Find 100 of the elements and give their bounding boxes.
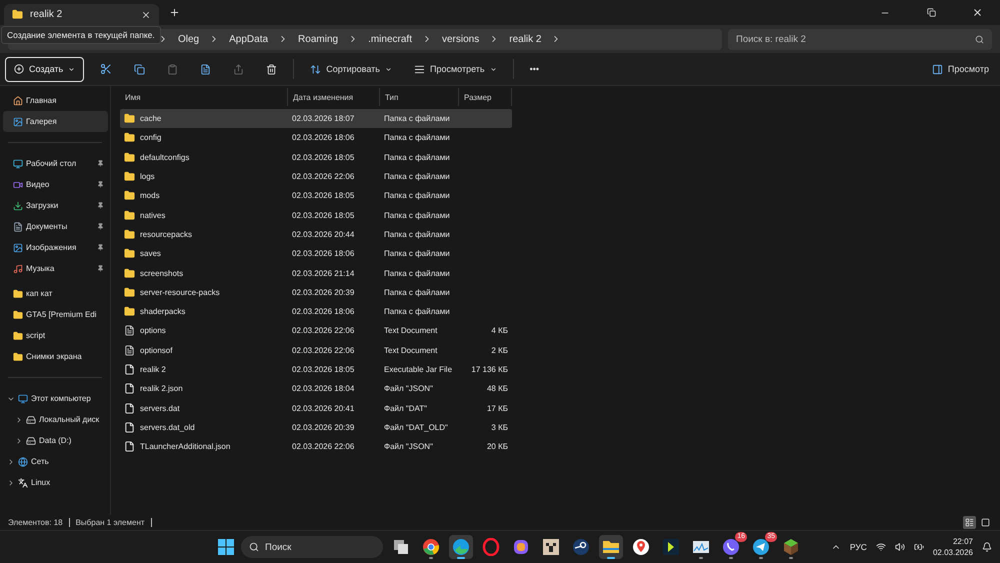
wifi-icon[interactable] — [876, 542, 886, 552]
sidebar-item[interactable]: Загрузки — [3, 195, 108, 216]
date-cell: 02.03.2026 22:06 — [292, 326, 354, 336]
sidebar-item[interactable]: Linux — [31, 478, 50, 487]
type-cell: Файл "JSON" — [384, 442, 433, 452]
battery-icon[interactable] — [914, 542, 924, 552]
breadcrumb[interactable]: realik 2 — [509, 34, 542, 44]
breadcrumb[interactable]: Oleg — [178, 34, 200, 44]
language-indicator[interactable]: РУС — [850, 542, 867, 552]
rename-icon — [200, 64, 212, 74]
column-header[interactable]: Тип — [380, 88, 459, 106]
document-icon — [124, 325, 135, 336]
create-button[interactable]: Создать — [5, 56, 84, 82]
sidebar-item[interactable]: Сеть — [31, 457, 49, 466]
clock-time[interactable]: 22:07 — [952, 536, 973, 547]
file-icon — [124, 364, 135, 375]
sidebar-item[interactable]: Музыка — [3, 258, 108, 279]
date-cell: 02.03.2026 18:04 — [292, 384, 354, 394]
file-name: shaderpacks — [140, 307, 186, 316]
breadcrumb[interactable]: .minecraft — [368, 34, 412, 44]
folder-icon — [13, 288, 23, 298]
sidebar-item[interactable]: Видео — [3, 174, 108, 195]
clock-date[interactable]: 02.03.2026 — [932, 547, 973, 558]
documents-icon — [13, 222, 23, 232]
type-cell: Папка с файлами — [384, 114, 450, 124]
sidebar-item[interactable]: GTA5 [Premium Edi — [3, 304, 108, 325]
view-button[interactable]: Просмотреть — [408, 60, 503, 78]
chevron-right-icon[interactable] — [7, 458, 15, 466]
grass-block-icon — [782, 538, 800, 556]
type-cell: Text Document — [384, 346, 438, 355]
desktop-icon — [13, 158, 23, 168]
details-view-button[interactable] — [963, 516, 976, 529]
search-icon — [249, 542, 259, 552]
start-icon[interactable] — [217, 538, 235, 556]
tab[interactable]: realik 2 — [4, 4, 159, 25]
type-cell: Папка с файлами — [384, 152, 450, 162]
volume-icon[interactable] — [894, 542, 905, 552]
folder-icon — [124, 228, 135, 240]
date-cell: 02.03.2026 20:41 — [292, 404, 354, 413]
search-field[interactable]: Поиск в: realik 2 — [728, 28, 992, 50]
file-name: defaultconfigs — [140, 152, 190, 162]
column-header[interactable]: Дата изменения — [288, 88, 380, 106]
scissors-icon — [100, 63, 112, 75]
folder-icon — [13, 310, 23, 320]
file-name: mods — [140, 191, 160, 200]
column-header[interactable]: Имя — [120, 88, 288, 106]
folder-icon — [124, 268, 135, 279]
type-cell: Папка с файлами — [384, 230, 450, 239]
sidebar-item[interactable]: Рабочий стол — [3, 153, 108, 174]
breadcrumb[interactable]: Roaming — [298, 34, 338, 44]
file-name: optionsof — [140, 346, 172, 355]
chevron-right-icon[interactable] — [15, 436, 23, 444]
caret-icon — [384, 66, 392, 72]
column-header[interactable]: Размер — [459, 88, 512, 106]
folder-icon — [124, 210, 135, 221]
map-pin-icon — [632, 538, 650, 556]
file-icon — [124, 402, 135, 414]
type-cell: Папка с файлами — [384, 249, 450, 258]
folder-icon — [13, 330, 23, 340]
file-icon — [124, 422, 135, 433]
sidebar-item[interactable]: Data (D:) — [39, 436, 72, 445]
taskbar-app[interactable] — [599, 535, 623, 559]
folder-icon — [124, 152, 135, 163]
sidebar-item[interactable]: Галерея — [3, 111, 108, 132]
sidebar-item[interactable]: Локальный диск — [39, 415, 100, 424]
breadcrumb[interactable]: AppData — [229, 34, 268, 44]
sidebar-item[interactable]: Изображения — [3, 237, 108, 258]
square-icon — [981, 518, 990, 527]
tiles-view-button[interactable] — [979, 516, 992, 529]
document-icon — [124, 344, 135, 356]
chart-window-icon — [692, 538, 710, 556]
tooltip: Создание элемента в текущей папке. — [1, 26, 161, 44]
plus-icon[interactable] — [169, 7, 180, 18]
taskbar-search[interactable]: Поиск — [241, 536, 383, 558]
file-name: cache — [140, 114, 162, 124]
chevron-right-icon[interactable] — [7, 478, 15, 486]
type-cell: Executable Jar File — [384, 365, 452, 374]
type-cell: Папка с файлами — [384, 307, 450, 316]
date-cell: 02.03.2026 18:05 — [292, 152, 354, 162]
sidebar-item[interactable]: Главная — [3, 90, 108, 111]
file-row[interactable]: cache 02.03.2026 18:07 Папка с файлами — [120, 109, 512, 128]
restore-icon — [926, 8, 936, 17]
preview-button[interactable]: Просмотр — [926, 60, 995, 78]
sidebar-item[interactable]: Документы — [3, 216, 108, 237]
sort-icon — [310, 64, 322, 74]
sidebar-item[interactable]: кап кат — [3, 283, 108, 304]
file-name: config — [140, 133, 162, 142]
status-text: Элементов: 18 — [8, 518, 63, 527]
breadcrumb[interactable]: versions — [442, 34, 480, 44]
bell-icon[interactable] — [982, 542, 992, 552]
sort-button[interactable]: Сортировать — [304, 60, 398, 78]
taskbar-app[interactable] — [449, 535, 473, 559]
sidebar-item[interactable]: Этот компьютер — [31, 394, 91, 403]
sidebar-item[interactable]: Снимки экрана — [3, 346, 108, 367]
chevron-right-icon[interactable] — [15, 416, 23, 424]
file-name: realik 2 — [140, 365, 166, 374]
close-icon[interactable] — [141, 10, 151, 20]
sidebar-item[interactable]: script — [3, 325, 108, 346]
date-cell: 02.03.2026 18:06 — [292, 307, 354, 316]
more-button[interactable]: ••• — [524, 61, 546, 77]
